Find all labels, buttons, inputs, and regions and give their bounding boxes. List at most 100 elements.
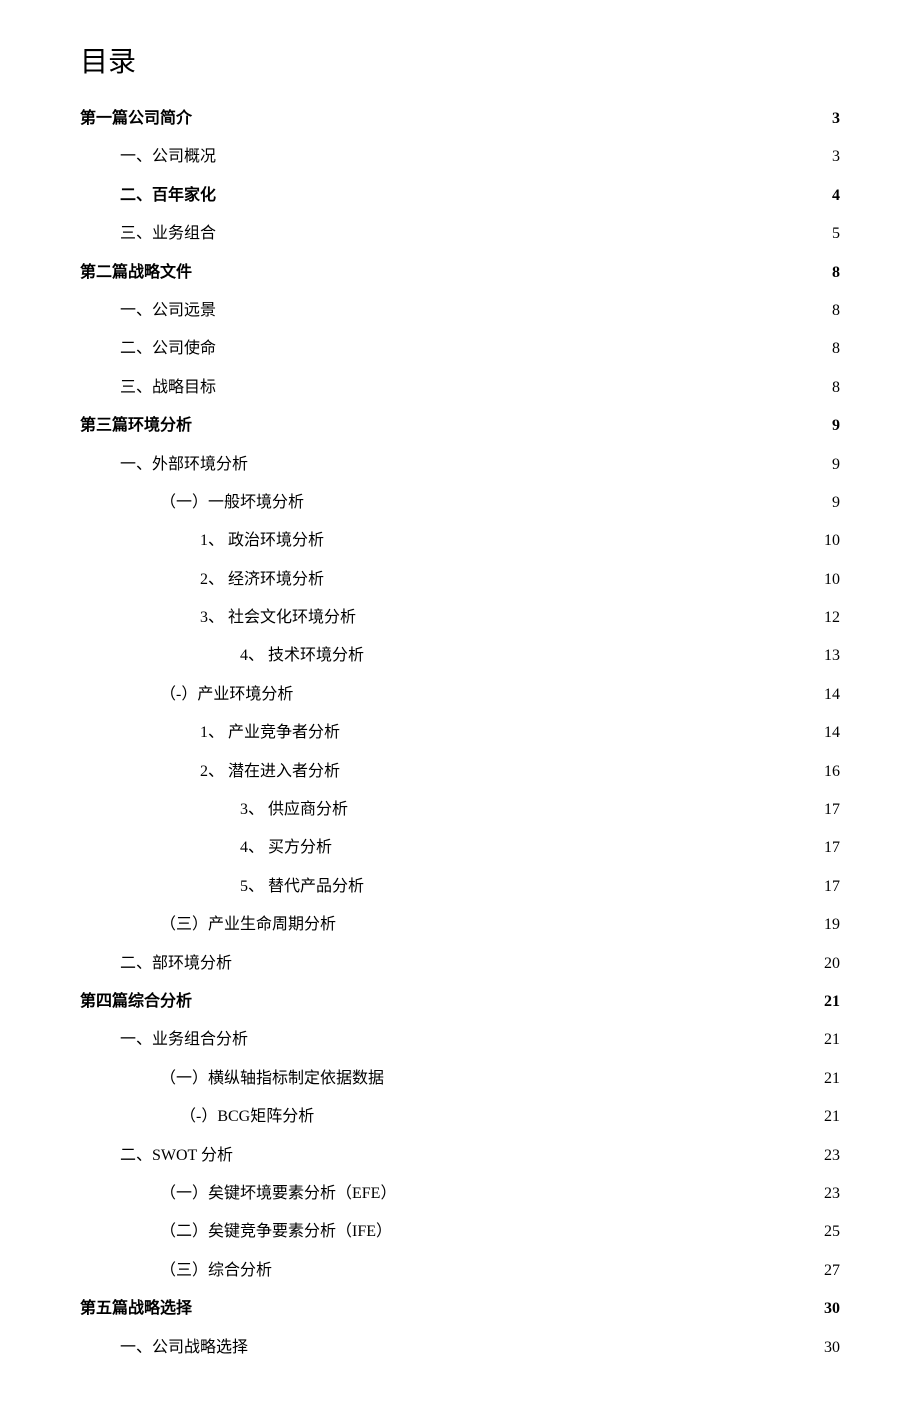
toc-label: 3、 供应商分析 (80, 791, 348, 829)
toc-page: 14 (816, 676, 840, 714)
toc-label: 1、 产业竞争者分析 (80, 714, 340, 752)
toc-page: 20 (816, 945, 840, 983)
toc-row: （一）矣键坏境要素分析（EFE） 23 (80, 1175, 840, 1213)
toc-row: 4、 买方分析 17 (80, 829, 840, 867)
toc-page: 17 (816, 868, 840, 906)
toc-row: 二、部环境分析 20 (80, 945, 840, 983)
toc-row: 一、公司战略选择 30 (80, 1329, 840, 1367)
toc-page: 30 (816, 1329, 840, 1367)
toc-label: （-）BCG矩阵分析 (80, 1098, 314, 1136)
toc-row: 一、公司远景 8 (80, 292, 840, 330)
toc-label: （三）综合分析 (80, 1252, 272, 1290)
toc-label: 1、 政治环境分析 (80, 522, 324, 560)
toc-page: 19 (816, 906, 840, 944)
toc-label: 第一篇公司简介 (80, 100, 192, 138)
toc-label: 二、百年家化 (80, 177, 216, 215)
toc-row: 1、 产业竞争者分析 14 (80, 714, 840, 752)
toc-label: 一、公司战略选择 (80, 1329, 248, 1367)
toc-row: （一）一般坏境分析 9 (80, 484, 840, 522)
toc-container: 第一篇公司简介3一、公司概况3二、百年家化4三、业务组合5第二篇战略文件8一、公… (80, 100, 840, 1367)
toc-label: 二、公司使命 (80, 330, 216, 368)
toc-page: 9 (824, 484, 840, 522)
toc-label: （一）横纵轴指标制定依据数据 (80, 1060, 384, 1098)
toc-label: （-）产业环境分析 (80, 676, 293, 714)
toc-row: 第五篇战略选择 30 (80, 1290, 840, 1328)
toc-label: 三、业务组合 (80, 215, 216, 253)
toc-label: 第二篇战略文件 (80, 254, 192, 292)
toc-title: 目录 (80, 40, 840, 80)
toc-label: 一、公司远景 (80, 292, 216, 330)
toc-page: 9 (824, 407, 840, 445)
toc-row: 第四篇综合分析 21 (80, 983, 840, 1021)
toc-page: 21 (816, 1060, 840, 1098)
toc-label: 二、SWOT 分析 (80, 1137, 233, 1175)
toc-row: （-）产业环境分析 14 (80, 676, 840, 714)
toc-row: 二、百年家化 4 (80, 177, 840, 215)
toc-label: 三、战略目标 (80, 369, 216, 407)
toc-label: 一、业务组合分析 (80, 1021, 248, 1059)
toc-page: 23 (816, 1175, 840, 1213)
toc-row: 第一篇公司简介 3 (80, 100, 840, 138)
toc-row: 三、战略目标 8 (80, 369, 840, 407)
toc-row: 1、 政治环境分析 10 (80, 522, 840, 560)
toc-page: 21 (816, 1098, 840, 1136)
toc-page: 8 (824, 330, 840, 368)
toc-label: 4、 技术环境分析 (80, 637, 364, 675)
toc-page: 8 (824, 254, 840, 292)
toc-label: 2、 潜在进入者分析 (80, 753, 340, 791)
toc-page: 16 (816, 753, 840, 791)
toc-label: 第三篇环境分析 (80, 407, 192, 445)
toc-label: 二、部环境分析 (80, 945, 232, 983)
toc-page: 8 (824, 369, 840, 407)
toc-page: 13 (816, 637, 840, 675)
toc-row: 三、业务组合 5 (80, 215, 840, 253)
toc-row: 第二篇战略文件 8 (80, 254, 840, 292)
toc-page: 25 (816, 1213, 840, 1251)
toc-row: 5、 替代产品分析 17 (80, 868, 840, 906)
toc-row: 2、 潜在进入者分析 16 (80, 753, 840, 791)
toc-row: 第三篇环境分析 9 (80, 407, 840, 445)
toc-row: （二）矣键竞争要素分析（IFE） 25 (80, 1213, 840, 1251)
toc-row: 3、 供应商分析 17 (80, 791, 840, 829)
toc-row: （三）综合分析 27 (80, 1252, 840, 1290)
toc-page: 4 (824, 177, 840, 215)
toc-row: （一）横纵轴指标制定依据数据 21 (80, 1060, 840, 1098)
toc-row: （三）产业生命周期分析 19 (80, 906, 840, 944)
toc-page: 21 (816, 1021, 840, 1059)
toc-label: 第五篇战略选择 (80, 1290, 192, 1328)
toc-page: 8 (824, 292, 840, 330)
toc-page: 5 (824, 215, 840, 253)
toc-page: 17 (816, 791, 840, 829)
toc-row: 4、 技术环境分析 13 (80, 637, 840, 675)
toc-label: 第四篇综合分析 (80, 983, 192, 1021)
toc-page: 9 (824, 446, 840, 484)
toc-page: 23 (816, 1137, 840, 1175)
toc-row: 2、 经济环境分析 10 (80, 561, 840, 599)
toc-row: 3、 社会文化环境分析 12 (80, 599, 840, 637)
toc-page: 21 (816, 983, 840, 1021)
toc-row: 一、业务组合分析 21 (80, 1021, 840, 1059)
toc-page: 3 (824, 100, 840, 138)
toc-label: 一、公司概况 (80, 138, 216, 176)
toc-label: （一）矣键坏境要素分析（EFE） (80, 1175, 396, 1213)
toc-page: 10 (816, 522, 840, 560)
toc-page: 27 (816, 1252, 840, 1290)
toc-page: 12 (816, 599, 840, 637)
toc-label: 4、 买方分析 (80, 829, 332, 867)
toc-label: 2、 经济环境分析 (80, 561, 324, 599)
toc-row: （-）BCG矩阵分析 21 (80, 1098, 840, 1136)
toc-label: （一）一般坏境分析 (80, 484, 304, 522)
toc-row: 一、公司概况 3 (80, 138, 840, 176)
toc-label: 5、 替代产品分析 (80, 868, 364, 906)
toc-page: 17 (816, 829, 840, 867)
toc-page: 10 (816, 561, 840, 599)
toc-page: 30 (816, 1290, 840, 1328)
toc-row: 一、外部环境分析9 (80, 446, 840, 484)
toc-row: 二、SWOT 分析 23 (80, 1137, 840, 1175)
toc-page: 14 (816, 714, 840, 752)
toc-label: （三）产业生命周期分析 (80, 906, 336, 944)
toc-label: （二）矣键竞争要素分析（IFE） (80, 1213, 392, 1251)
toc-label: 3、 社会文化环境分析 (80, 599, 356, 637)
toc-page: 3 (824, 138, 840, 176)
toc-row: 二、公司使命 8 (80, 330, 840, 368)
